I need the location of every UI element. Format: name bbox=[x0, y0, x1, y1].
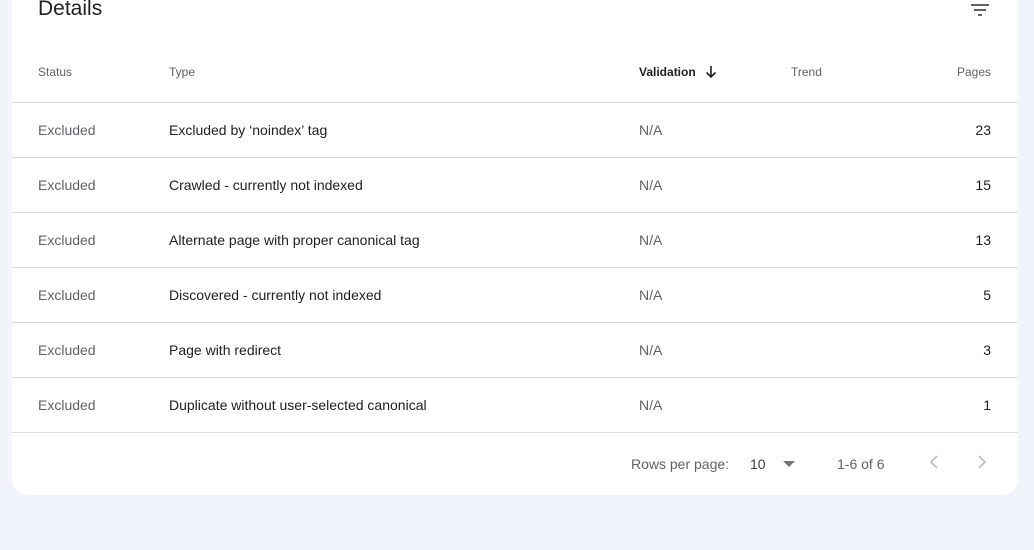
row-pages: 3 bbox=[983, 342, 991, 358]
row-pages: 23 bbox=[975, 122, 991, 138]
chevron-right-icon[interactable] bbox=[970, 450, 994, 474]
row-status: Excluded bbox=[38, 342, 96, 358]
row-status: Excluded bbox=[38, 232, 96, 248]
row-status: Excluded bbox=[38, 177, 96, 193]
row-type: Discovered - currently not indexed bbox=[169, 287, 382, 303]
caret-down-icon bbox=[782, 461, 795, 467]
column-header-validation-label: Validation bbox=[639, 65, 696, 79]
row-validation: N/A bbox=[639, 177, 663, 193]
table-row[interactable]: Excluded Discovered - currently not inde… bbox=[12, 268, 1018, 323]
table-row[interactable]: Excluded Duplicate without user-selected… bbox=[12, 378, 1018, 433]
table-pagination: Rows per page: 10 1-6 of 6 bbox=[12, 433, 1018, 493]
row-pages: 13 bbox=[975, 232, 991, 248]
row-pages: 15 bbox=[975, 177, 991, 193]
rows-per-page-select[interactable]: 10 bbox=[750, 453, 800, 475]
column-header-type[interactable]: Type bbox=[169, 65, 195, 79]
row-validation: N/A bbox=[639, 342, 663, 358]
column-header-status[interactable]: Status bbox=[38, 65, 72, 79]
table-header: Status Type Validation Trend Pages bbox=[12, 40, 1018, 103]
row-pages: 1 bbox=[983, 397, 991, 413]
row-status: Excluded bbox=[38, 397, 96, 413]
row-status: Excluded bbox=[38, 287, 96, 303]
rows-per-page-label: Rows per page: bbox=[631, 456, 730, 472]
table-row[interactable]: Excluded Crawled - currently not indexed… bbox=[12, 158, 1018, 213]
details-card: Details Status Type Validation Trend Pag… bbox=[12, 0, 1018, 495]
filter-icon[interactable] bbox=[968, 0, 992, 22]
table-row[interactable]: Excluded Alternate page with proper cano… bbox=[12, 213, 1018, 268]
row-type: Excluded by ‘noindex’ tag bbox=[169, 122, 328, 138]
row-validation: N/A bbox=[639, 232, 663, 248]
arrow-down-icon bbox=[705, 66, 716, 79]
row-pages: 5 bbox=[983, 287, 991, 303]
row-status: Excluded bbox=[38, 122, 96, 138]
row-type: Alternate page with proper canonical tag bbox=[169, 232, 420, 248]
table-row[interactable]: Excluded Excluded by ‘noindex’ tag N/A 2… bbox=[12, 103, 1018, 158]
column-header-validation[interactable]: Validation bbox=[639, 65, 718, 79]
row-type: Crawled - currently not indexed bbox=[169, 177, 363, 193]
table-row[interactable]: Excluded Page with redirect N/A 3 bbox=[12, 323, 1018, 378]
row-validation: N/A bbox=[639, 287, 663, 303]
row-validation: N/A bbox=[639, 397, 663, 413]
row-validation: N/A bbox=[639, 122, 663, 138]
chevron-left-icon[interactable] bbox=[922, 450, 946, 474]
column-header-trend[interactable]: Trend bbox=[791, 65, 822, 79]
row-type: Page with redirect bbox=[169, 342, 282, 358]
pagination-range: 1-6 of 6 bbox=[837, 456, 885, 472]
row-type: Duplicate without user-selected canonica… bbox=[169, 397, 427, 413]
card-title: Details bbox=[38, 0, 103, 20]
rows-per-page-value: 10 bbox=[750, 456, 766, 472]
column-header-pages[interactable]: Pages bbox=[957, 65, 991, 79]
